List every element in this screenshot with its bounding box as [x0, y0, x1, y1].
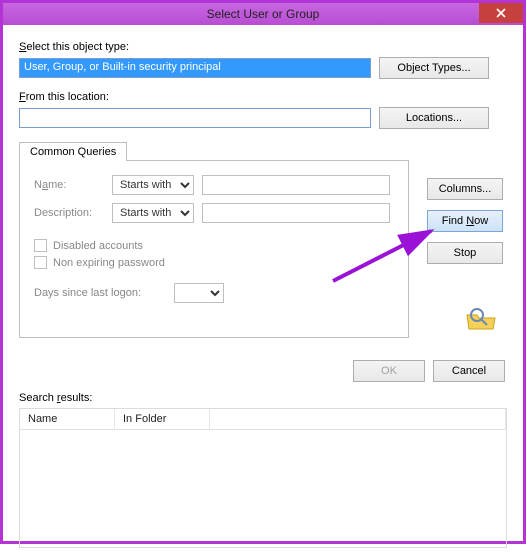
results-col-blank [210, 409, 506, 429]
checkbox-box [34, 256, 47, 269]
right-column: Columns... Find Now Stop [427, 178, 507, 264]
results-table[interactable]: Name In Folder [19, 408, 507, 548]
name-label: Name: [34, 179, 104, 191]
ok-button[interactable]: OK [353, 360, 425, 382]
dialog-window: Select User or Group Select this object … [0, 0, 526, 544]
columns-button[interactable]: Columns... [427, 178, 503, 200]
stop-button[interactable]: Stop [427, 242, 503, 264]
dialog-content: Select this object type: User, Group, or… [3, 25, 523, 558]
days-since-logon-select[interactable] [174, 283, 224, 303]
results-col-infolder[interactable]: In Folder [115, 409, 210, 429]
name-input[interactable] [202, 175, 390, 195]
description-mode-select[interactable]: Starts with [112, 203, 194, 223]
description-label: Description: [34, 207, 104, 219]
disabled-accounts-checkbox[interactable]: Disabled accounts [34, 239, 394, 252]
tab-body: Name: Starts with Description: Starts wi… [19, 160, 409, 338]
search-folder-icon [465, 305, 499, 336]
object-type-input[interactable]: User, Group, or Built-in security princi… [19, 58, 371, 78]
non-expiring-label: Non expiring password [53, 257, 165, 269]
location-label: From this location: [19, 91, 507, 103]
disabled-accounts-label: Disabled accounts [53, 240, 143, 252]
locations-button[interactable]: Locations... [379, 107, 489, 129]
object-types-button[interactable]: Object Types... [379, 57, 489, 79]
results-col-name[interactable]: Name [20, 409, 115, 429]
search-results-label: Search results: [19, 392, 507, 404]
location-input[interactable] [19, 108, 371, 128]
results-header: Name In Folder [20, 409, 506, 430]
close-button[interactable] [479, 3, 523, 23]
cancel-button[interactable]: Cancel [433, 360, 505, 382]
window-title: Select User or Group [207, 7, 320, 21]
name-mode-select[interactable]: Starts with [112, 175, 194, 195]
titlebar: Select User or Group [3, 3, 523, 25]
object-type-label: Select this object type: [19, 41, 507, 53]
bottom-buttons: OK Cancel [19, 360, 507, 382]
checkbox-box [34, 239, 47, 252]
tab-common-queries[interactable]: Common Queries [19, 142, 127, 161]
days-since-logon-label: Days since last logon: [34, 287, 166, 299]
close-icon [496, 8, 506, 18]
description-input[interactable] [202, 203, 390, 223]
non-expiring-checkbox[interactable]: Non expiring password [34, 256, 394, 269]
find-now-button[interactable]: Find Now [427, 210, 503, 232]
